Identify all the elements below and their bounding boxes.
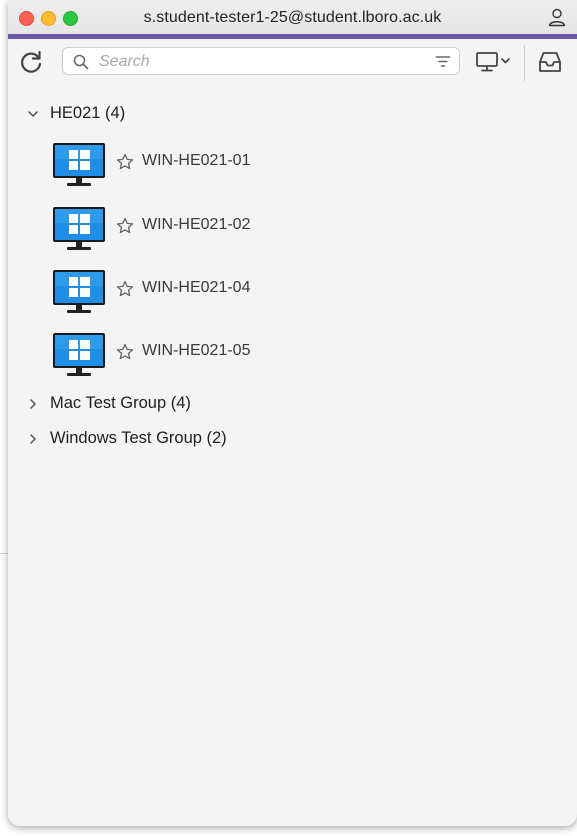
windows-monitor-icon — [53, 207, 105, 250]
filter-icon[interactable] — [435, 54, 451, 70]
favorite-star-icon[interactable] — [116, 153, 134, 171]
chevron-down-icon[interactable] — [26, 107, 40, 121]
zoom-window-button[interactable] — [63, 11, 78, 26]
toolbar — [8, 39, 577, 87]
window-title: s.student-tester1-25@student.lboro.ac.uk — [143, 9, 442, 26]
windows-monitor-icon — [53, 143, 105, 186]
search-input[interactable] — [97, 50, 421, 74]
host-name: WIN-HE021-04 — [142, 279, 251, 296]
app-window: s.student-tester1-25@student.lboro.ac.uk — [8, 0, 577, 826]
favorite-star-icon[interactable] — [116, 280, 134, 298]
background-divider — [0, 553, 8, 554]
monitor-dropdown-icon[interactable] — [474, 49, 516, 75]
group-label: Windows Test Group (2) — [50, 429, 227, 447]
inbox-icon[interactable] — [536, 49, 564, 75]
search-box[interactable] — [62, 47, 460, 75]
host-name: WIN-HE021-05 — [142, 342, 251, 359]
background-window-fragment — [0, 572, 4, 586]
group-label: HE021 (4) — [50, 104, 126, 122]
refresh-icon[interactable] — [18, 49, 44, 75]
minimize-window-button[interactable] — [41, 11, 56, 26]
windows-monitor-icon — [53, 270, 105, 313]
chevron-right-icon[interactable] — [26, 432, 40, 446]
favorite-star-icon[interactable] — [116, 343, 134, 361]
toolbar-divider — [524, 45, 525, 81]
group-label: Mac Test Group (4) — [50, 394, 191, 412]
windows-monitor-icon — [53, 333, 105, 376]
host-name: WIN-HE021-01 — [142, 152, 251, 169]
host-name: WIN-HE021-02 — [142, 216, 251, 233]
user-account-icon[interactable] — [547, 7, 567, 27]
search-icon — [73, 54, 89, 70]
close-window-button[interactable] — [19, 11, 34, 26]
chevron-right-icon[interactable] — [26, 397, 40, 411]
favorite-star-icon[interactable] — [116, 217, 134, 235]
title-bar: s.student-tester1-25@student.lboro.ac.uk — [8, 0, 577, 34]
